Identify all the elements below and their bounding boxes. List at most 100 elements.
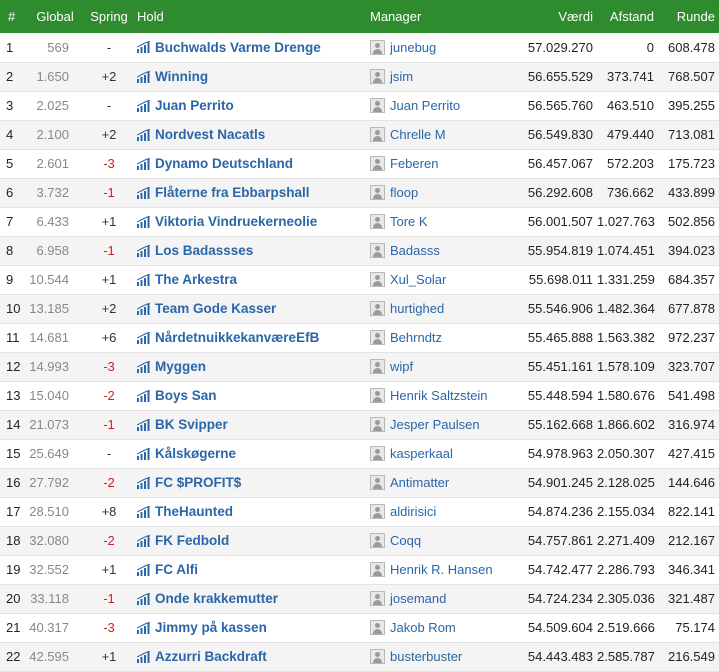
team-link[interactable]: NårdetnuikkekanværeEfB [155,330,319,345]
chart-icon[interactable] [136,70,151,83]
manager-link[interactable]: Henrik Saltzstein [390,388,488,403]
team-link[interactable]: Juan Perrito [155,98,234,113]
team-link[interactable]: FC Alfi [155,562,198,577]
cell-afstand: 479.440 [597,120,658,150]
chart-icon[interactable] [136,563,151,576]
manager-link[interactable]: josemand [390,591,446,606]
cell-manager: aldirisici [366,497,522,527]
manager-link[interactable]: jsim [390,69,413,84]
chart-icon[interactable] [136,302,151,315]
manager-link[interactable]: Antimatter [390,475,449,490]
manager-link[interactable]: Jakob Rom [390,620,456,635]
col-header-global[interactable]: Global [27,0,83,33]
chart-icon[interactable] [136,273,151,286]
manager-link[interactable]: Badasss [390,243,440,258]
team-link[interactable]: Myggen [155,359,206,374]
chart-icon[interactable] [136,621,151,634]
manager-link[interactable]: busterbuster [390,649,462,664]
col-header-hold[interactable]: Hold [135,0,366,33]
cell-manager: Jesper Paulsen [366,410,522,440]
cell-hold: Team Gode Kasser [135,294,366,324]
col-header-runde[interactable]: Runde [658,0,719,33]
chart-icon[interactable] [136,447,151,460]
manager-link[interactable]: Feberen [390,156,438,171]
cell-spring: +1 [83,642,135,672]
team-link[interactable]: BK Svipper [155,417,228,432]
col-header-rank[interactable]: # [0,0,27,33]
chart-icon[interactable] [136,40,151,54]
team-link[interactable]: Buchwalds Varme Drenge [155,40,321,55]
cell-runde: 768.507 [658,62,719,92]
manager-link[interactable]: Chrelle M [390,127,446,142]
chart-icon[interactable] [136,592,151,605]
manager-link[interactable]: aldirisici [390,504,436,519]
manager-link[interactable]: Tore K [390,214,428,229]
chart-icon[interactable] [136,650,151,663]
cell-hold: NårdetnuikkekanværeEfB [135,323,366,353]
chart-icon[interactable] [136,418,151,431]
team-link[interactable]: TheHaunted [155,504,233,519]
team-link[interactable]: Los Badassses [155,243,253,258]
chart-icon[interactable] [136,215,151,228]
chart-icon[interactable] [136,157,151,170]
chart-icon[interactable] [136,99,151,112]
cell-global: 15.040 [27,381,83,411]
chart-icon[interactable] [136,389,151,402]
avatar [370,562,385,577]
manager-link[interactable]: Jesper Paulsen [390,417,480,432]
cell-rank: 9 [0,265,27,295]
chart-icon[interactable] [136,244,151,257]
team-link[interactable]: The Arkestra [155,272,237,287]
cell-manager: junebug [366,33,522,63]
cell-afstand: 2.050.307 [597,439,658,469]
cell-afstand: 572.203 [597,149,658,179]
manager-link[interactable]: Behrndtz [390,330,442,345]
manager-link[interactable]: junebug [390,40,436,55]
team-link[interactable]: Viktoria Vindruekerneolie [155,214,317,229]
team-link[interactable]: Onde krakkemutter [155,591,278,606]
col-header-afstand[interactable]: Afstand [597,0,658,33]
team-link[interactable]: Winning [155,69,208,84]
chart-icon[interactable] [136,331,151,344]
team-link[interactable]: Boys San [155,388,217,403]
team-link[interactable]: FC $PROFIT$ [155,475,241,490]
team-link[interactable]: Team Gode Kasser [155,301,276,316]
team-link[interactable]: Kålskøgerne [155,446,236,461]
chart-icon[interactable] [136,128,151,141]
team-link[interactable]: Jimmy på kassen [155,620,267,635]
team-link[interactable]: Nordvest Nacatls [155,127,265,142]
col-header-manager[interactable]: Manager [366,0,522,33]
team-link[interactable]: Azzurri Backdraft [155,649,267,664]
avatar [370,620,385,635]
cell-runde: 427.415 [658,439,719,469]
cell-hold: Dynamo Deutschland [135,149,366,179]
team-link[interactable]: Flåterne fra Ebbarpshall [155,185,310,200]
manager-link[interactable]: Henrik R. Hansen [390,562,493,577]
cell-hold: The Arkestra [135,265,366,295]
table-row: 11 14.681 +6 NårdetnuikkekanværeEfB Behrndtz… [0,323,719,353]
chart-icon[interactable] [136,505,151,518]
cell-runde: 608.478 [658,33,719,63]
manager-link[interactable]: Juan Perrito [390,98,460,113]
team-link[interactable]: FK Fedbold [155,533,229,548]
cell-global: 2.100 [27,120,83,150]
chart-icon[interactable] [136,534,151,547]
cell-afstand: 2.305.036 [597,584,658,614]
cell-vaerdi: 54.874.236 [522,497,597,527]
cell-vaerdi: 54.724.234 [522,584,597,614]
manager-link[interactable]: kasperkaal [390,446,453,461]
cell-global: 2.601 [27,149,83,179]
team-link[interactable]: Dynamo Deutschland [155,156,293,171]
manager-link[interactable]: Xul_Solar [390,272,446,287]
chart-icon[interactable] [136,360,151,373]
manager-link[interactable]: floop [390,185,418,200]
col-header-spring[interactable]: Spring [83,0,135,33]
manager-link[interactable]: hurtighed [390,301,444,316]
chart-icon[interactable] [136,476,151,489]
manager-link[interactable]: wipf [390,359,413,374]
cell-rank: 2 [0,62,27,92]
table-row: 12 14.993 -3 Myggen wipf 55.451.161 1.578.109 3… [0,352,719,382]
chart-icon[interactable] [136,186,151,199]
manager-link[interactable]: Coqq [390,533,421,548]
col-header-vaerdi[interactable]: Værdi [522,0,597,33]
